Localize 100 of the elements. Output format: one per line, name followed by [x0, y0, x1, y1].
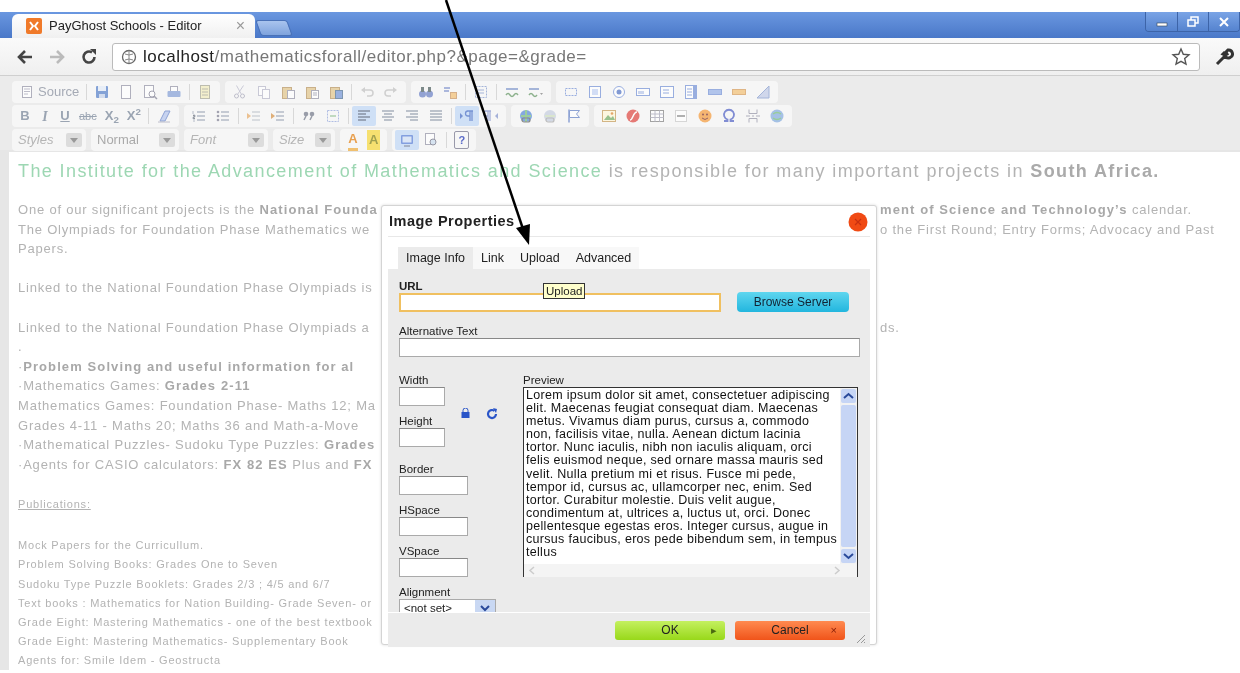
format-dropdown[interactable]: Normal [91, 129, 179, 151]
field-label: Border [399, 462, 434, 476]
horizontal-scrollbar[interactable] [524, 564, 857, 577]
maximize-icon [399, 132, 416, 148]
preview-icon [142, 84, 159, 100]
unlink-icon [541, 108, 558, 124]
copy-icon [256, 84, 273, 100]
publication-text: Sudoku Type Puzzle Booklets: Grades 2/3 ; 4/5 and 6/7 [18, 577, 331, 590]
spacing-field[interactable] [399, 558, 468, 577]
paragraph-text: Linked to the National Foundation Phase Olympiads is [18, 279, 373, 298]
italic-button[interactable]: I [35, 106, 55, 126]
size-field[interactable] [399, 428, 445, 447]
special-character-icon [720, 108, 737, 124]
select-all-icon [473, 84, 490, 100]
field-label: VSpace [399, 544, 440, 558]
preview-text: Lorem ipsum dolor sit amet, consectetuer adipiscing elit. Maecenas feugiat consequat diam. Maecenas metus. Vivamus diam purus, cursus a, commodo non, facilisis vitae, nulla. Aenean dictum lacinia tortor. Nunc iaculis, nibh non iaculis aliquam, orci felis euismod neque, sed ornare massa mauris sed velit. Nulla pretium mi et risus. Fusce mi pede, tempor id, cursus ac, ullamcorper nec, enim. Sed tortor. Curabitur molestie. Duis velit augue, condimentum at, ultrices a, luctus ut, orci. Donec pellentesque egestas eros. Integer cursus, augue in cursus faucibus, eros pede bibendum sem, in tempus tellus [525, 388, 838, 562]
lock-icon[interactable] [461, 407, 470, 418]
paragraph-text: Papers. [18, 240, 69, 259]
ltr-icon [458, 108, 475, 124]
browse-server-button[interactable]: Browse Server [737, 292, 849, 312]
text-color-button[interactable]: A [343, 130, 363, 150]
styles-dropdown[interactable]: Styles [12, 129, 86, 151]
show-blocks-icon [423, 132, 440, 148]
favicon-icon [26, 18, 42, 34]
spacing-field[interactable] [399, 517, 468, 536]
select-field-icon [683, 84, 700, 100]
caret-icon [252, 137, 260, 143]
paragraph-text: ment of Science and Technology’s calendar. [880, 201, 1192, 219]
paste-icon [280, 84, 297, 100]
close-icon[interactable] [848, 211, 868, 232]
justify-icon [427, 108, 444, 124]
image-icon [600, 108, 617, 124]
star-icon[interactable] [1171, 46, 1191, 67]
paragraph-text: Linked to the National Foundation Phase Olympiads a [18, 318, 370, 337]
alternative-text-field[interactable] [399, 338, 860, 357]
scroll-down-icon[interactable] [841, 549, 856, 563]
field-label: HSpace [399, 503, 440, 517]
replace-icon [442, 84, 459, 100]
reload-button[interactable] [80, 47, 98, 66]
cancel-button[interactable]: Cancel × [735, 620, 845, 640]
dialog-title: Image Properties [389, 211, 515, 231]
underline-button[interactable]: U [55, 106, 75, 126]
link-icon [517, 108, 534, 124]
spacing-field[interactable] [399, 476, 468, 495]
anchor-icon [565, 108, 582, 124]
vertical-scrollbar[interactable] [840, 388, 857, 564]
publication-text: Problem Solving Books: Grades One to Seven [18, 558, 278, 571]
create-div-icon [324, 108, 341, 124]
back-button[interactable] [16, 48, 34, 65]
save-icon [94, 84, 111, 100]
iframe-icon [768, 108, 785, 124]
bulleted-list-icon [214, 108, 231, 124]
square-field-icon [587, 84, 604, 100]
rtl-icon [482, 108, 499, 124]
publication-text: Grade Eight: Mastering Mathematics- Supplementary Book [18, 635, 349, 648]
resize-grip-icon[interactable] [854, 632, 866, 644]
caret-icon [163, 137, 171, 143]
dialog-tab[interactable]: Advanced [567, 247, 640, 269]
font-dropdown[interactable]: Font [184, 129, 268, 151]
dialog-tab[interactable]: Image Info [398, 247, 474, 269]
smiley-icon [696, 108, 713, 124]
tab-close-button[interactable]: × [235, 18, 245, 34]
scroll-up-icon[interactable] [841, 389, 856, 403]
numbered-list-icon [190, 108, 207, 124]
paragraph-text: One of our significant projects is the National Founda [18, 201, 378, 219]
size-field[interactable] [399, 387, 445, 406]
restore-button[interactable] [1177, 12, 1208, 31]
paragraph-text: ·Mathematical Puzzles- Sudoku Type Puzzles: Grades [18, 436, 376, 455]
dialog-tab[interactable]: Link [473, 247, 512, 269]
paragraph-text: Mathematics Games: Foundation Phase- Maths 12; Ma [18, 396, 376, 415]
field-label: Preview [523, 373, 564, 387]
subscript-button[interactable]: X$_{2}$ [100, 106, 123, 126]
ok-button[interactable]: OK ▸ [615, 620, 725, 640]
superscript-button[interactable]: X$^{2}$ [122, 106, 145, 126]
publication-text: Agents for: Smile Idem - Geostructa [18, 654, 221, 667]
align-left-button[interactable] [351, 106, 376, 126]
reset-icon[interactable] [486, 407, 498, 420]
field-label: Width [399, 373, 429, 387]
new-tab-button[interactable] [255, 20, 293, 36]
circle-dot-icon [611, 84, 628, 100]
strikethrough-button[interactable]: abc [75, 106, 101, 126]
minimize-button[interactable] [1146, 12, 1177, 31]
caret-icon [70, 137, 78, 143]
print-icon [166, 84, 183, 100]
align-left-icon [355, 108, 372, 124]
bold-button[interactable]: B [15, 106, 35, 126]
undo-icon [359, 84, 376, 100]
forward-button[interactable] [48, 48, 66, 65]
size-dropdown[interactable]: Size [273, 129, 335, 151]
textarea-icon [659, 84, 676, 100]
wrench-icon[interactable] [1214, 46, 1234, 67]
close-button[interactable] [1208, 12, 1239, 31]
maximize-button[interactable] [395, 130, 420, 150]
browser-tab[interactable]: PayGhost Schools - Editor × [12, 14, 255, 38]
table-icon [648, 108, 665, 124]
paragraph-text: . [18, 338, 23, 357]
dialog-tab[interactable]: Upload [512, 247, 568, 269]
forward-arrow-icon [48, 48, 66, 65]
paragraph-text: ·Problem Solving and useful information for al [18, 357, 355, 376]
align-right-icon [403, 108, 420, 124]
